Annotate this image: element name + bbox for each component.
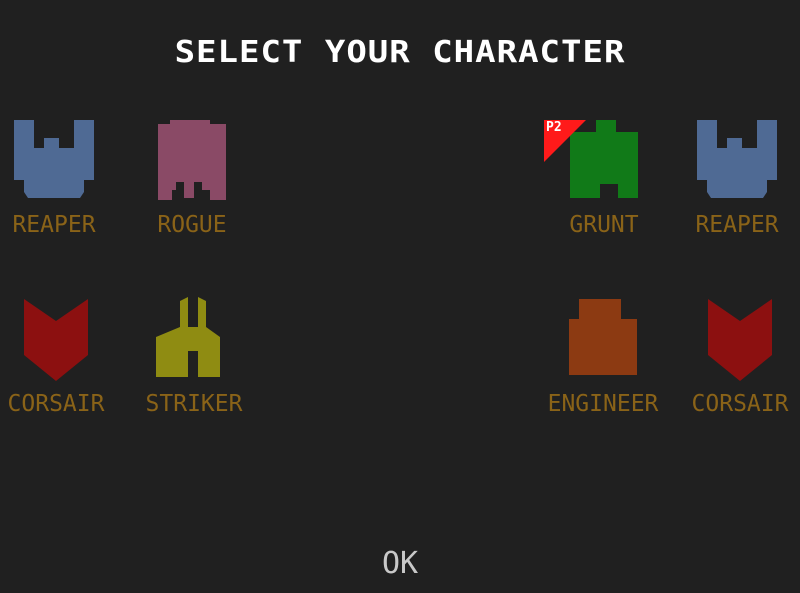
- ok-button[interactable]: OK: [350, 544, 450, 584]
- character-label: REAPER: [12, 212, 96, 238]
- character-engineer-p2[interactable]: ENGINEER: [533, 297, 673, 447]
- character-reaper-p2[interactable]: REAPER: [667, 118, 800, 268]
- character-corsair-p1[interactable]: CORSAIR: [0, 297, 126, 447]
- screen-title: SELECT YOUR CHARACTER: [174, 34, 626, 70]
- p2-badge-text: P2: [546, 120, 562, 135]
- engineer-icon: [533, 297, 673, 397]
- character-corsair-p2[interactable]: CORSAIR: [670, 297, 800, 447]
- character-grunt-p2[interactable]: P2 GRUNT: [534, 118, 674, 268]
- character-rogue-p1[interactable]: ROGUE: [122, 118, 262, 268]
- character-label: STRIKER: [145, 391, 243, 417]
- character-label: REAPER: [695, 212, 779, 238]
- p2-selection-badge: P2: [544, 120, 586, 162]
- rogue-icon: [122, 118, 262, 218]
- character-reaper-p1[interactable]: REAPER: [0, 118, 124, 268]
- striker-icon: [124, 297, 264, 397]
- character-label: GRUNT: [569, 212, 639, 238]
- character-label: ENGINEER: [547, 391, 659, 417]
- corsair-icon: [670, 297, 800, 397]
- character-label: CORSAIR: [7, 391, 105, 417]
- reaper-icon: [667, 118, 800, 218]
- character-label: CORSAIR: [691, 391, 789, 417]
- reaper-icon: [0, 118, 124, 218]
- corsair-icon: [0, 297, 126, 397]
- character-striker-p1[interactable]: STRIKER: [124, 297, 264, 447]
- character-label: ROGUE: [157, 212, 227, 238]
